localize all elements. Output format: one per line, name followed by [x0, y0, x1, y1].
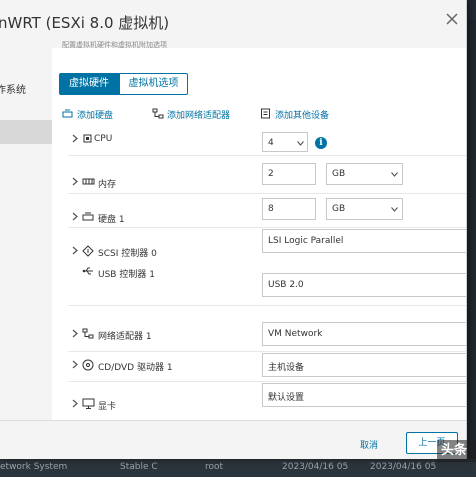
hard-disk-icon: [62, 109, 73, 118]
memory-unit-value: GB: [332, 169, 346, 179]
chevron-down-icon: [391, 172, 398, 177]
memory-icon: [82, 178, 95, 185]
scsi-controller-label: SCSI 控制器 0: [98, 249, 157, 259]
hard-disk-icon: [82, 212, 94, 221]
disk-size-value: 8: [268, 204, 274, 214]
customize-hardware-panel: 虚拟硬件 虚拟机选项 添加硬盘 添加网络适配器 添加其他设备 CPU 4 i 内…: [52, 48, 466, 420]
disk-unit-value: GB: [332, 204, 346, 214]
new-vm-dialog: nWRT (ESXi 8.0 虚拟机) 配置虚拟机硬件和虚拟机附加选项 作系统 …: [0, 0, 467, 459]
cancel-button[interactable]: 取消: [360, 438, 378, 451]
add-other-device-label: 添加其他设备: [275, 111, 330, 121]
row-separator: [68, 193, 466, 194]
scsi-controller-icon: [82, 245, 94, 257]
add-network-adapter-label: 添加网络适配器: [167, 111, 231, 121]
usb-controller-label: USB 控制器 1: [98, 270, 155, 280]
cpu-count-select[interactable]: 4: [262, 132, 308, 152]
device-icon: [261, 108, 270, 119]
chevron-down-icon: [297, 141, 304, 146]
wizard-steps: 作系统: [0, 48, 53, 420]
chevron-right-icon[interactable]: [72, 360, 78, 369]
network-adapter-icon: [152, 108, 164, 119]
video-card-select[interactable]: 默认设置: [262, 383, 466, 407]
dialog-header: nWRT (ESXi 8.0 虚拟机) 配置虚拟机硬件和虚拟机附加选项: [0, 0, 466, 49]
network-adapter-icon: [82, 328, 94, 339]
memory-unit-select[interactable]: GB: [326, 163, 403, 185]
memory-size-input[interactable]: 2: [262, 163, 316, 185]
cpu-label: CPU: [94, 134, 113, 144]
video-card-value: 默认设置: [268, 393, 305, 403]
cd-dvd-label: CD/DVD 驱动器 1: [98, 363, 173, 373]
chevron-right-icon[interactable]: [72, 134, 78, 143]
info-icon[interactable]: i: [315, 137, 327, 149]
row-separator: [68, 305, 466, 306]
chevron-right-icon[interactable]: [72, 329, 78, 338]
dialog-title: nWRT (ESXi 8.0 虚拟机): [0, 14, 170, 32]
network-adapter-label: 网络适配器 1: [98, 332, 152, 342]
hard-disk-label: 硬盘 1: [98, 215, 125, 225]
wizard-step-os[interactable]: 作系统: [0, 75, 52, 99]
cpu-icon: [83, 134, 92, 143]
chevron-right-icon[interactable]: [72, 177, 78, 186]
add-hard-disk-label: 添加硬盘: [77, 111, 114, 121]
row-separator: [68, 381, 466, 382]
bg-cell-start: 2023/04/16 05: [282, 462, 349, 472]
scsi-type-value: LSI Logic Parallel: [268, 236, 344, 246]
background-table-row: etwork System Stable C root 2023/04/16 0…: [0, 459, 476, 477]
chevron-right-icon[interactable]: [72, 246, 78, 255]
row-separator: [68, 227, 466, 228]
network-value: VM Network: [268, 329, 323, 339]
usb-type-value: USB 2.0: [268, 280, 304, 290]
chevron-right-icon[interactable]: [72, 399, 78, 408]
usb-type-select[interactable]: USB 2.0: [262, 273, 466, 297]
chevron-right-icon[interactable]: [72, 212, 78, 221]
bg-cell-owner: root: [205, 462, 224, 472]
cd-dvd-select[interactable]: 主机设备: [262, 353, 466, 377]
scsi-type-select[interactable]: LSI Logic Parallel: [262, 229, 466, 253]
bg-cell-state: Stable C: [120, 462, 158, 472]
network-select[interactable]: VM Network: [262, 322, 466, 346]
bg-cell-name: etwork System: [0, 462, 68, 472]
video-card-label: 显卡: [98, 402, 117, 412]
wizard-step-customize-hardware[interactable]: [0, 120, 52, 144]
watermark-logo: 头条: [437, 440, 476, 462]
wizard-step-label: 作系统: [0, 85, 26, 96]
memory-size-value: 2: [268, 169, 274, 179]
usb-icon: [82, 267, 93, 275]
disk-unit-select[interactable]: GB: [326, 198, 403, 220]
tab-virtual-hardware[interactable]: 虚拟硬件: [59, 73, 119, 95]
cpu-count-value: 4: [268, 138, 274, 148]
bg-cell-end: 2023/04/16 05: [370, 462, 437, 472]
disk-size-input[interactable]: 8: [262, 198, 316, 220]
close-icon[interactable]: [445, 12, 459, 26]
monitor-icon: [82, 398, 95, 409]
tab-vm-options[interactable]: 虚拟机选项: [119, 73, 188, 95]
row-separator: [68, 155, 466, 156]
cd-dvd-value: 主机设备: [268, 363, 305, 373]
cd-dvd-icon: [82, 359, 94, 371]
memory-label: 内存: [98, 180, 117, 190]
row-separator: [68, 351, 466, 352]
chevron-down-icon: [391, 207, 398, 212]
dialog-footer: 取消 上一页: [0, 420, 466, 459]
